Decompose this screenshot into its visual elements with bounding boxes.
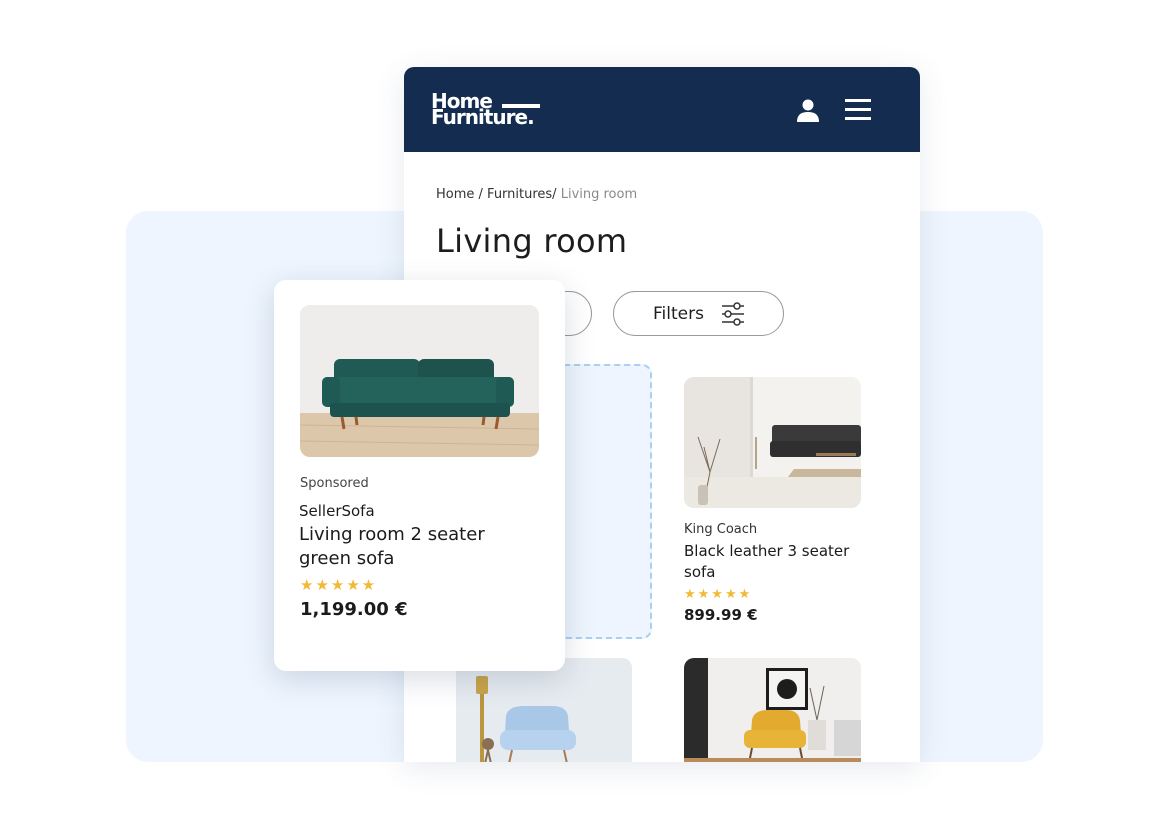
hamburger-menu-icon[interactable]: [845, 99, 871, 121]
breadcrumb-home[interactable]: Home: [436, 187, 474, 202]
product-title[interactable]: Black leather 3 seater sofa: [684, 541, 861, 583]
home-furniture-logo[interactable]: Home Furniture.: [431, 91, 535, 129]
star-icon: ★★★★★: [300, 576, 378, 594]
blue-armchair-image[interactable]: [456, 658, 632, 762]
page-title: Living room: [436, 222, 628, 260]
breadcrumb-current: Living room: [556, 187, 638, 202]
sponsored-price: 1,199.00 €: [300, 599, 408, 620]
product-card[interactable]: King Coach Black leather 3 seater sofa ★…: [684, 377, 861, 624]
breadcrumb: Home / Furnitures/ Living room: [436, 187, 637, 202]
product-price: 899.99 €: [684, 606, 758, 624]
filters-label: Filters: [653, 304, 704, 324]
logo-underline: [502, 104, 540, 108]
user-icon[interactable]: [796, 98, 820, 122]
sponsored-brand: SellerSofa: [299, 502, 375, 520]
green-sofa-image[interactable]: [300, 305, 539, 457]
sponsored-title[interactable]: Living room 2 seater green sofa: [299, 523, 519, 571]
black-sofa-image[interactable]: [684, 377, 861, 508]
breadcrumb-separator: /: [474, 187, 488, 202]
breadcrumb-category[interactable]: Furnitures/: [487, 187, 557, 202]
logo-line-2: Furniture.: [431, 105, 535, 129]
star-icon: ★★★★★: [684, 587, 753, 602]
filter-sliders-icon: [722, 302, 744, 326]
yellow-armchair-image[interactable]: [684, 658, 861, 762]
sponsored-label: Sponsored: [300, 476, 369, 491]
top-navigation-bar: Home Furniture.: [404, 67, 920, 152]
product-brand: King Coach: [684, 522, 758, 537]
filters-button[interactable]: Filters: [613, 291, 784, 336]
ad-slot-placeholder: [554, 364, 652, 639]
sponsored-product-card[interactable]: Sponsored SellerSofa Living room 2 seate…: [274, 280, 565, 671]
